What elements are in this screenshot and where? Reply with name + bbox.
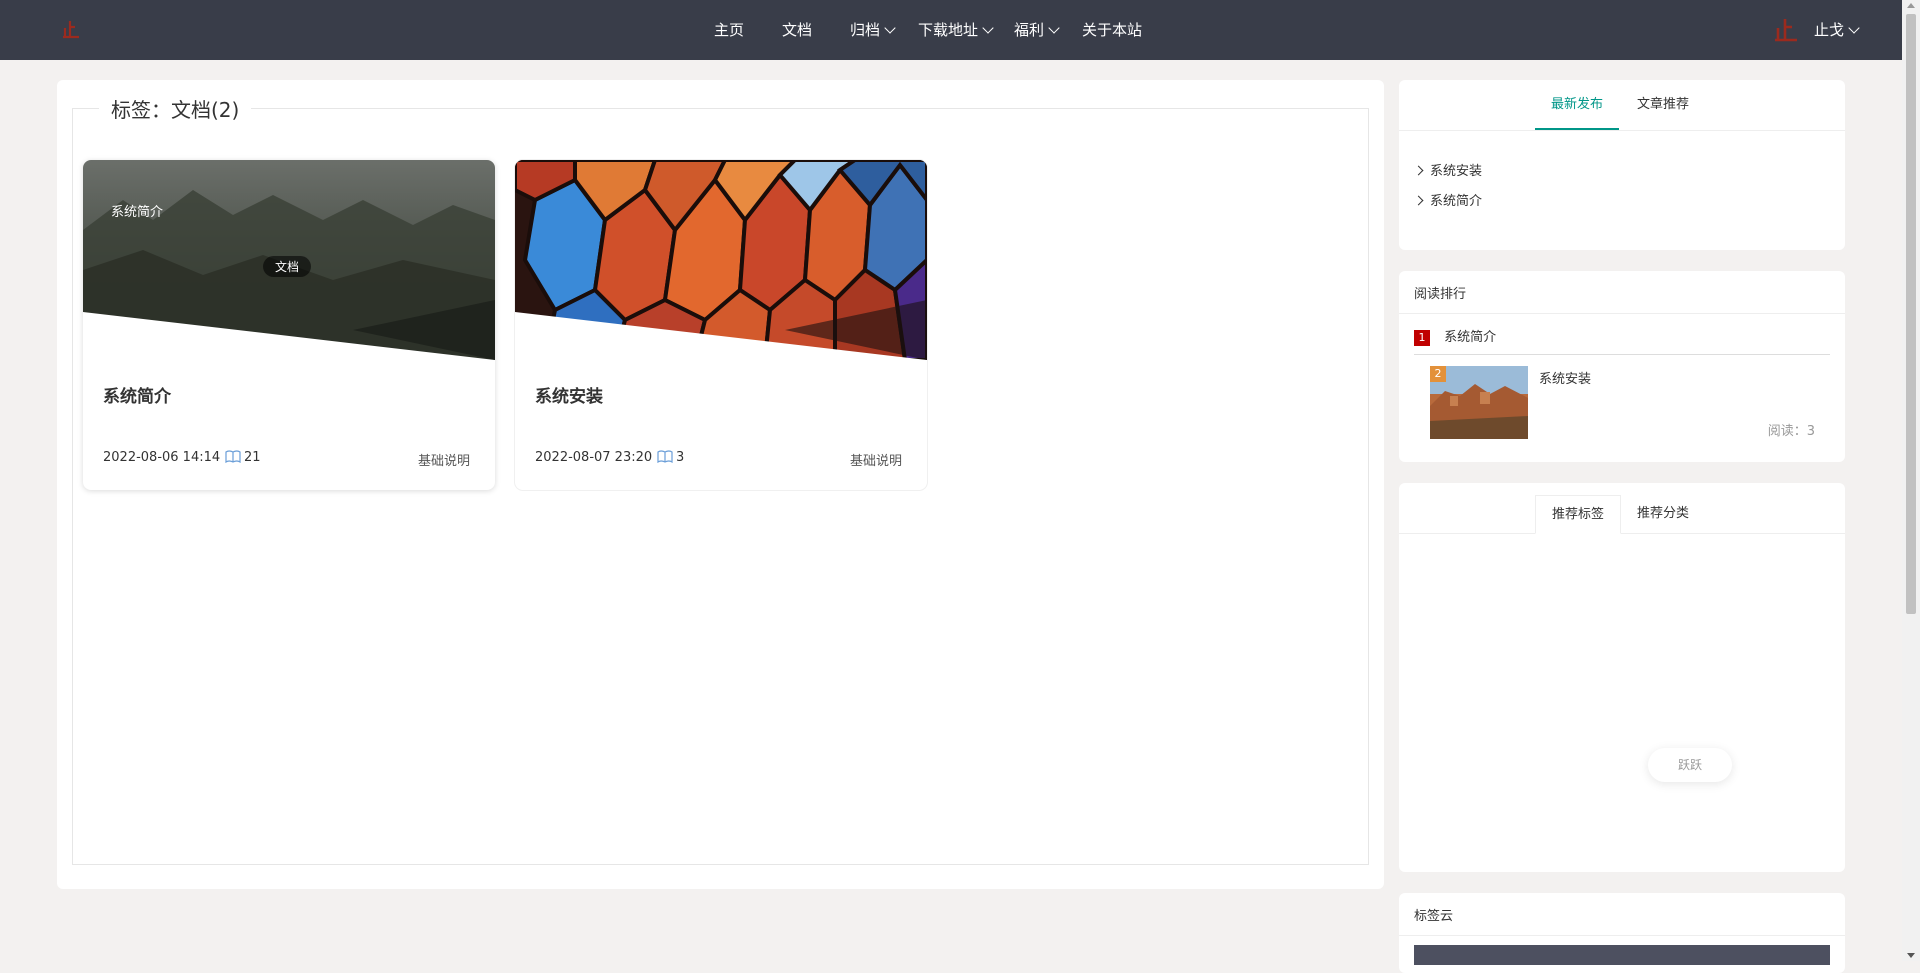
loading-indicator[interactable]: 跃跃	[1648, 748, 1732, 782]
rank-badge: 1	[1414, 330, 1430, 346]
user-name-label: 止戈	[1814, 21, 1845, 39]
nav-item-archive[interactable]: 归档	[850, 20, 896, 40]
tab-latest[interactable]: 最新发布	[1535, 80, 1620, 130]
card-date: 2022-08-07 23:20	[535, 450, 653, 465]
tab-recommended-tags[interactable]: 推荐标签	[1535, 495, 1622, 534]
post-title: 系统简介	[1430, 194, 1483, 209]
user-menu[interactable]: 止戈	[1814, 20, 1860, 40]
tab-recommended[interactable]: 文章推荐	[1621, 80, 1705, 130]
posts-tab-box: 最新发布 文章推荐 系统安装 系统简介	[1399, 80, 1845, 250]
main-panel: 标签：文档(2) 系统简介 文档 系统简介 2022-08-06 14:14 2…	[57, 80, 1384, 889]
nav-item-docs[interactable]: 文档	[782, 20, 812, 40]
chevron-down-icon	[1048, 22, 1060, 34]
nav-label: 福利	[1014, 21, 1045, 39]
nav-item-about[interactable]: 关于本站	[1082, 20, 1142, 40]
card-cover-image	[515, 160, 927, 360]
tag-results-fieldset: 标签：文档(2) 系统简介 文档 系统简介 2022-08-06 14:14 2…	[72, 98, 1369, 865]
rank-badge: 2	[1430, 366, 1446, 382]
card-read-count: 21	[225, 450, 261, 465]
tag-cloud-header: 标签云	[1399, 893, 1845, 936]
posts-tabs: 最新发布 文章推荐	[1399, 80, 1845, 131]
book-icon	[657, 450, 673, 463]
recommend-tabs: 推荐标签 推荐分类	[1399, 483, 1845, 534]
chevron-down-icon	[884, 22, 896, 34]
scroll-up-arrow-icon[interactable]	[1907, 3, 1915, 8]
chevron-down-icon	[1848, 22, 1860, 34]
tag-badge[interactable]: 文档	[263, 256, 312, 277]
page-scrollbar[interactable]	[1902, 0, 1920, 961]
post-title: 系统安装	[1430, 164, 1483, 179]
nav-item-home[interactable]: 主页	[714, 20, 744, 40]
reading-rank-header: 阅读排行	[1399, 271, 1845, 314]
card-date: 2022-08-06 14:14	[103, 450, 221, 465]
page-title: 标签：文档(2)	[99, 98, 252, 122]
nav-label: 主页	[714, 21, 745, 39]
read-count-value: 3	[676, 450, 685, 465]
user-avatar[interactable]	[1774, 17, 1798, 43]
recommend-tab-box: 推荐标签 推荐分类 跃跃	[1399, 483, 1845, 872]
article-card[interactable]: 系统安装 2022-08-07 23:20 3 基础说明	[515, 160, 927, 490]
rank-item-title[interactable]: 系统安装	[1539, 368, 1591, 387]
divider	[1414, 354, 1830, 355]
cover-title-overlay: 系统简介	[111, 205, 164, 220]
reading-rank-title: 阅读排行	[1414, 287, 1467, 302]
site-logo-icon[interactable]	[62, 19, 80, 39]
latest-post-link[interactable]: 系统简介	[1413, 190, 1483, 209]
reading-rank-box: 阅读排行 1 系统简介 2 系统安装 阅读：3	[1399, 271, 1845, 462]
read-count-value: 21	[244, 450, 261, 465]
tab-recommended-categories[interactable]: 推荐分类	[1621, 495, 1705, 532]
nav-label: 文档	[782, 21, 813, 39]
top-navbar: 主页 文档 归档 下载地址 福利 关于本站 止戈	[0, 0, 1902, 60]
chevron-down-icon	[982, 22, 994, 34]
nav-label: 关于本站	[1082, 21, 1143, 39]
tag-cloud-box: 标签云	[1399, 893, 1845, 973]
card-category[interactable]: 基础说明	[418, 450, 470, 469]
scroll-down-arrow-icon[interactable]	[1907, 953, 1915, 958]
article-card[interactable]: 系统简介 文档 系统简介 2022-08-06 14:14 21 基础说明	[83, 160, 495, 490]
nav-item-welfare[interactable]: 福利	[1014, 20, 1060, 40]
rank-item-reads: 阅读：3	[1767, 424, 1815, 439]
rank-item[interactable]: 1 系统简介	[1414, 326, 1496, 346]
rank-item-thumbnail[interactable]: 2	[1430, 366, 1528, 439]
rank-item-title: 系统简介	[1444, 330, 1497, 345]
card-category[interactable]: 基础说明	[850, 450, 902, 469]
card-title[interactable]: 系统简介	[103, 382, 171, 407]
book-icon	[225, 450, 241, 463]
nav-item-download[interactable]: 下载地址	[918, 20, 994, 40]
scrollbar-thumb[interactable]	[1906, 14, 1916, 614]
tag-cloud-title: 标签云	[1414, 909, 1454, 924]
tag-cloud-area	[1414, 945, 1830, 965]
chevron-right-icon	[1413, 195, 1424, 206]
chevron-right-icon	[1413, 165, 1424, 176]
latest-post-link[interactable]: 系统安装	[1413, 160, 1483, 179]
nav-label: 归档	[850, 21, 881, 39]
card-title[interactable]: 系统安装	[535, 382, 603, 407]
nav-label: 下载地址	[918, 21, 979, 39]
card-read-count: 3	[657, 450, 684, 465]
